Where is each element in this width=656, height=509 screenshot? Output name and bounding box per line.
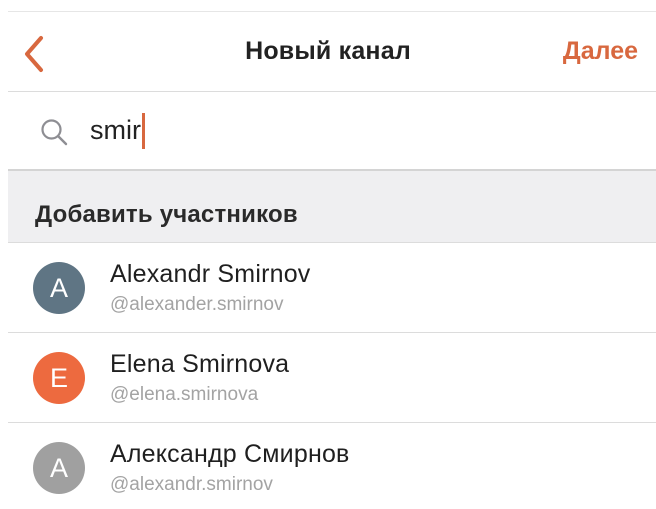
avatar: E — [33, 352, 85, 404]
section-header: Добавить участников — [8, 171, 656, 242]
list-item-user[interactable]: A Александр Смирнов @alexandr.smirnov — [8, 423, 656, 509]
avatar: A — [33, 442, 85, 494]
user-handle: @alexandr.smirnov — [110, 474, 273, 495]
search-input[interactable]: smir — [90, 92, 145, 169]
text-cursor — [141, 112, 145, 149]
user-handle: @alexander.smirnov — [110, 294, 284, 315]
search-input-value: smir — [90, 115, 141, 145]
avatar: A — [33, 262, 85, 314]
list-item-user[interactable]: E Elena Smirnova @elena.smirnova — [8, 333, 656, 423]
user-name: Александр Смирнов — [110, 440, 350, 468]
navigation-bar: Новый канал Далее — [0, 12, 656, 91]
user-name: Elena Smirnova — [110, 350, 290, 378]
search-bar[interactable]: smir — [8, 92, 656, 169]
search-icon — [41, 119, 68, 146]
section-title: Добавить участников — [35, 201, 298, 228]
user-handle: @elena.smirnova — [110, 384, 259, 405]
new-channel-screen: Новый канал Далее smir Добавить участник… — [0, 0, 656, 509]
user-name: Alexandr Smirnov — [110, 260, 311, 288]
next-button[interactable]: Далее — [563, 12, 638, 91]
user-list: A Alexandr Smirnov @alexander.smirnov E … — [8, 243, 656, 509]
list-item-user[interactable]: A Alexandr Smirnov @alexander.smirnov — [8, 243, 656, 333]
page-title: Новый канал — [245, 37, 411, 65]
